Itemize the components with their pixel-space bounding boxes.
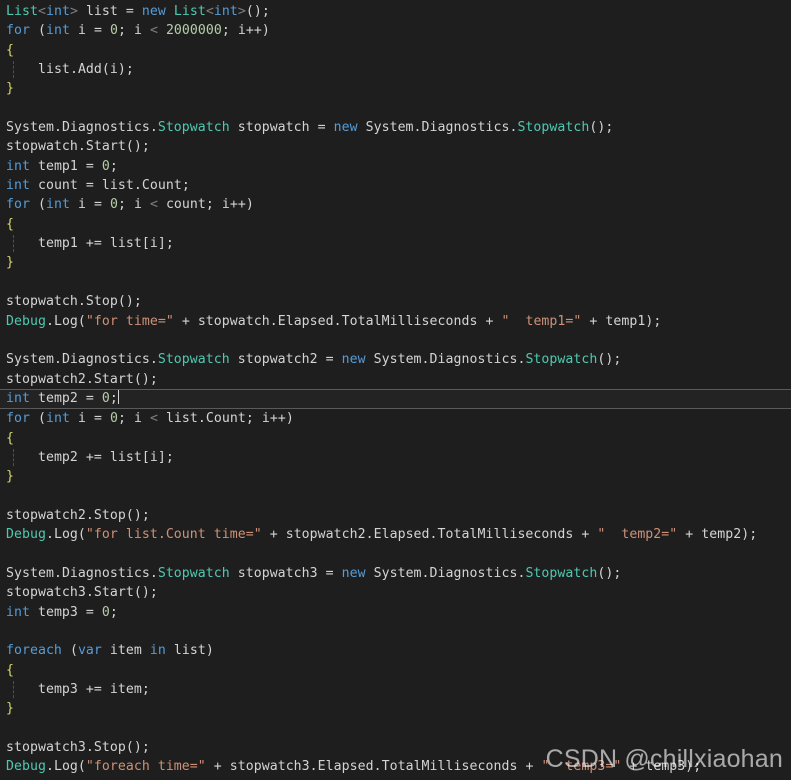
- code-line[interactable]: stopwatch.Start();: [6, 137, 791, 156]
- code-line[interactable]: stopwatch3.Stop();: [6, 738, 791, 757]
- code-line[interactable]: }: [6, 253, 791, 272]
- code-line[interactable]: int temp3 = 0;: [6, 603, 791, 622]
- code-line[interactable]: stopwatch.Stop();: [6, 292, 791, 311]
- code-line[interactable]: stopwatch2.Start();: [6, 370, 791, 389]
- code-line[interactable]: {: [6, 215, 791, 234]
- code-text-area[interactable]: List<int> list = new List<int>(); for (in…: [0, 0, 791, 777]
- code-line[interactable]: [6, 719, 791, 738]
- code-line[interactable]: List<int> list = new List<int>();: [6, 2, 791, 21]
- code-line[interactable]: list.Add(i);: [6, 60, 791, 79]
- indent-guide: [13, 448, 14, 467]
- indent-guide: [13, 61, 14, 79]
- code-line[interactable]: System.Diagnostics.Stopwatch stopwatch2 …: [6, 350, 791, 369]
- code-line[interactable]: [6, 622, 791, 641]
- code-line[interactable]: foreach (var item in list): [6, 641, 791, 660]
- code-line[interactable]: Debug.Log("for time=" + stopwatch.Elapse…: [6, 312, 791, 331]
- code-line[interactable]: }: [6, 467, 791, 486]
- text-caret: [117, 389, 119, 404]
- code-line[interactable]: [6, 545, 791, 564]
- code-line[interactable]: for (int i = 0; i < list.Count; i++): [6, 409, 791, 428]
- code-line[interactable]: System.Diagnostics.Stopwatch stopwatch3 …: [6, 564, 791, 583]
- code-line[interactable]: }: [6, 79, 791, 98]
- code-editor[interactable]: List<int> list = new List<int>(); for (in…: [0, 0, 791, 780]
- indent-guide: [13, 235, 14, 253]
- code-line[interactable]: temp1 += list[i];: [6, 234, 791, 253]
- code-line[interactable]: stopwatch3.Start();: [6, 583, 791, 602]
- indent-guide: [13, 681, 14, 699]
- code-line[interactable]: for (int i = 0; i < count; i++): [6, 195, 791, 214]
- code-line[interactable]: temp2 += list[i];: [6, 448, 791, 467]
- code-line[interactable]: int temp2 = 0;: [0, 388, 791, 410]
- code-line[interactable]: {: [6, 429, 791, 448]
- code-line[interactable]: [6, 273, 791, 292]
- code-line[interactable]: [6, 99, 791, 118]
- code-line[interactable]: {: [6, 41, 791, 60]
- code-line[interactable]: int temp1 = 0;: [6, 157, 791, 176]
- code-line[interactable]: }: [6, 699, 791, 718]
- code-line[interactable]: System.Diagnostics.Stopwatch stopwatch =…: [6, 118, 791, 137]
- code-line[interactable]: {: [6, 661, 791, 680]
- code-line[interactable]: Debug.Log("for list.Count time=" + stopw…: [6, 525, 791, 544]
- code-line[interactable]: temp3 += item;: [6, 680, 791, 699]
- code-line[interactable]: Debug.Log("foreach time=" + stopwatch3.E…: [6, 757, 791, 776]
- code-line[interactable]: [6, 331, 791, 350]
- code-line[interactable]: for (int i = 0; i < 2000000; i++): [6, 21, 791, 40]
- code-line[interactable]: [6, 487, 791, 506]
- code-line[interactable]: int count = list.Count;: [6, 176, 791, 195]
- code-line[interactable]: stopwatch2.Stop();: [6, 506, 791, 525]
